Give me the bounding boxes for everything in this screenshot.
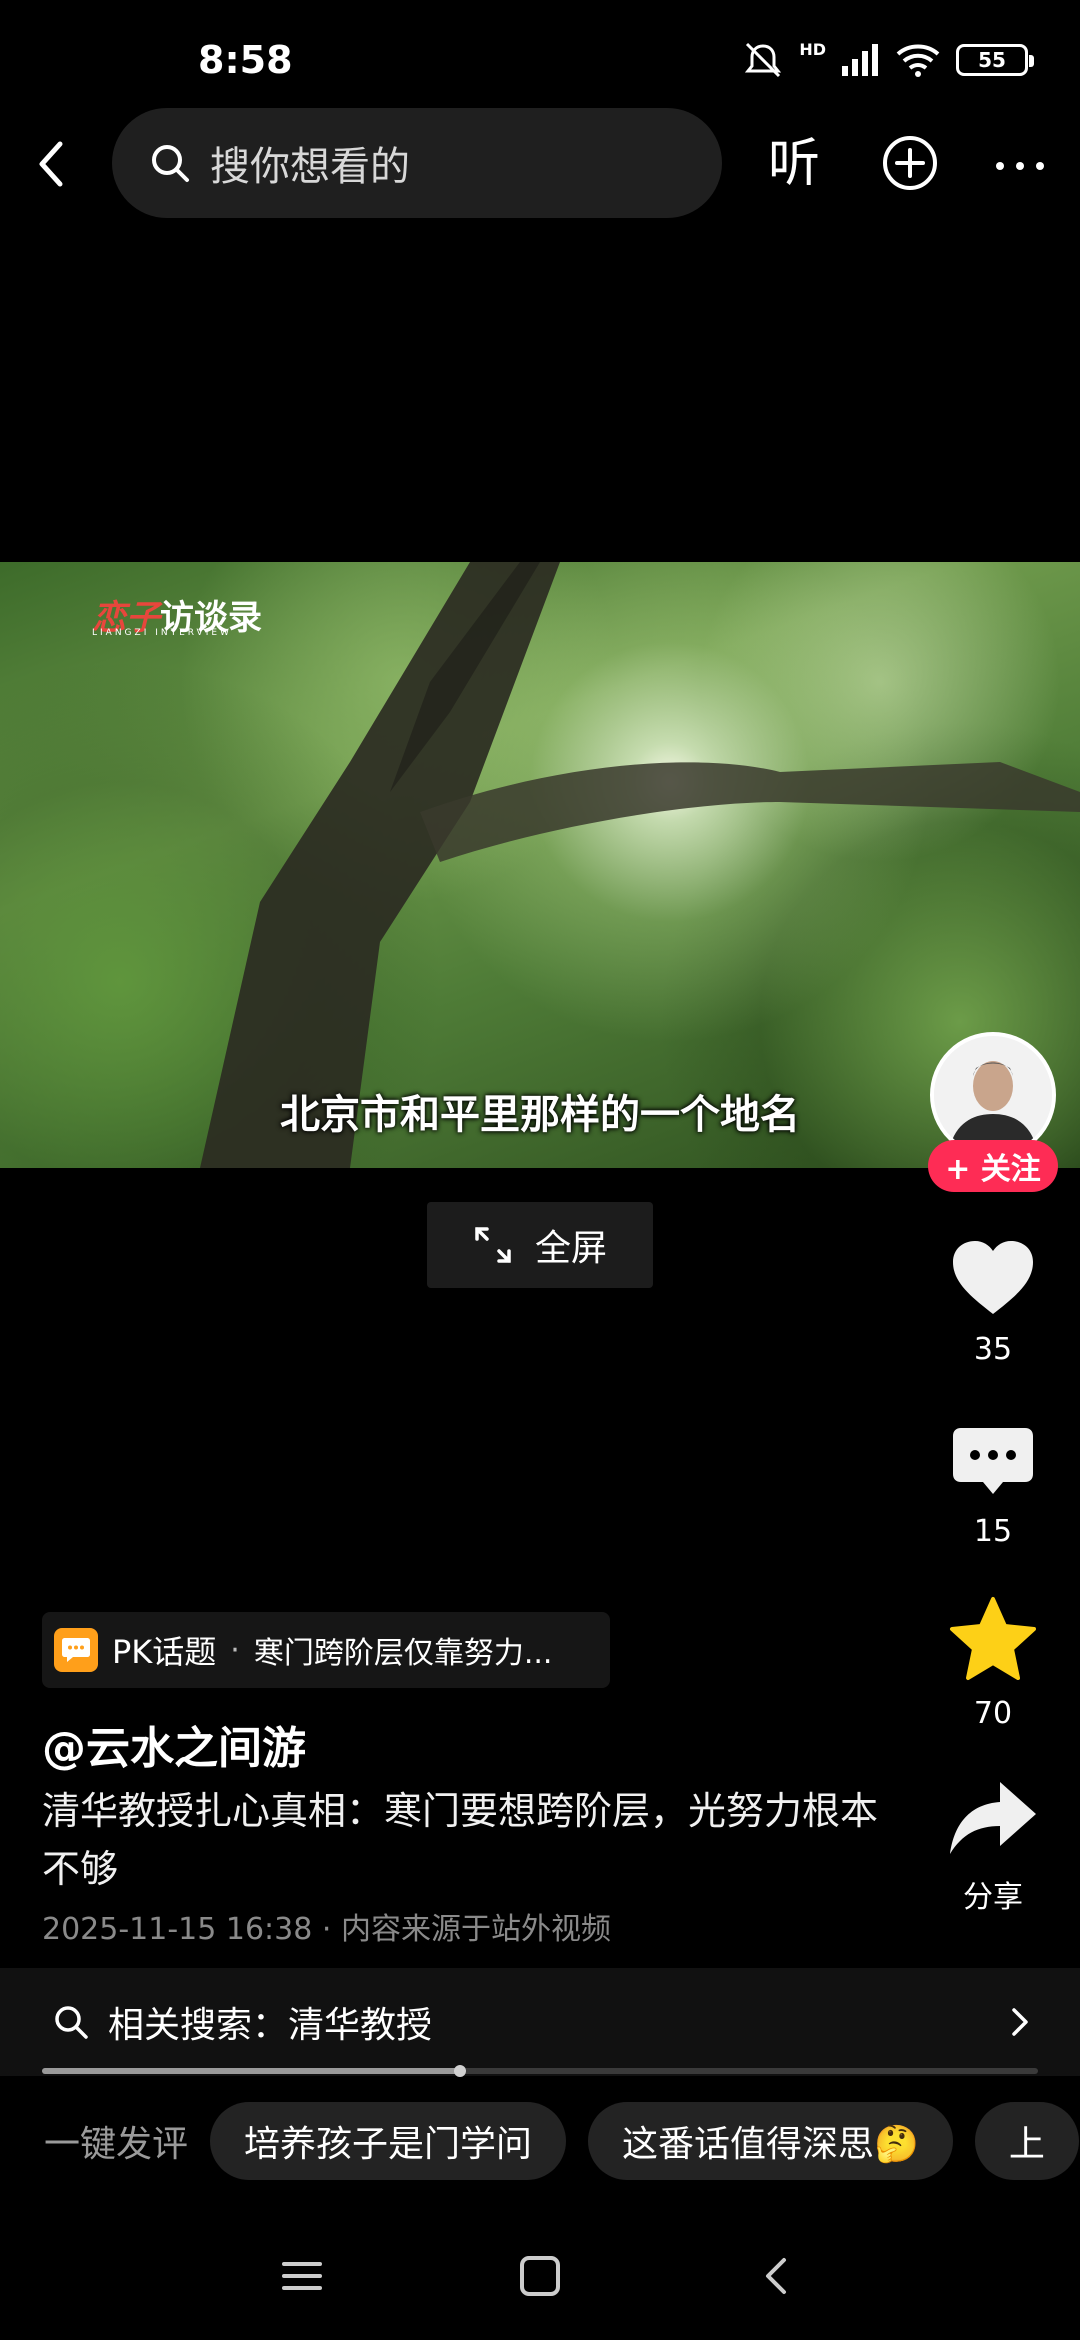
status-time: 8:58: [198, 38, 293, 82]
back-nav-icon[interactable]: [756, 2254, 800, 2298]
top-bar: 搜你想看的 听: [0, 108, 1080, 220]
related-search-label: 相关搜索：清华教授: [108, 2005, 433, 2046]
follow-button[interactable]: + 关注: [928, 1140, 1058, 1192]
quick-comment-chip[interactable]: 上: [974, 2102, 1079, 2180]
favorite-button[interactable]: 70: [930, 1596, 1056, 1731]
listen-button[interactable]: 听: [768, 134, 820, 194]
author-name[interactable]: @云水之间游: [42, 1712, 306, 1776]
system-nav-bar: [0, 2220, 1080, 2330]
share-label: 分享: [963, 1880, 1023, 1915]
video-meta: 2025-11-15 16:38 · 内容来源于站外视频: [42, 1912, 611, 1947]
search-icon: [55, 2006, 88, 2039]
search-icon: [152, 145, 189, 182]
video-progress-bar[interactable]: [42, 2065, 1038, 2077]
expand-icon: [475, 1227, 511, 1263]
share-icon: [950, 1782, 1036, 1854]
logo-subtext: LIANGZI INTERVIEW: [92, 628, 232, 638]
quick-comment-chip[interactable]: 培养孩子是门学问: [210, 2102, 567, 2180]
add-icon[interactable]: [880, 133, 940, 193]
signal-icon: [842, 44, 878, 76]
back-icon[interactable]: [24, 134, 84, 194]
battery-level: 55: [978, 48, 1006, 72]
topic-label: PK话题: [112, 1633, 217, 1671]
quick-comment-chip[interactable]: 这番话值得深思🤔: [588, 2102, 953, 2180]
fullscreen-button[interactable]: 全屏: [427, 1202, 653, 1288]
video-subtitle: 北京市和平里那样的一个地名: [280, 1092, 800, 1138]
comment-button[interactable]: 15: [930, 1424, 1056, 1549]
video-watermark-logo: 恋子访谈录 LIANGZI INTERVIEW: [92, 590, 262, 639]
comment-count: 15: [973, 1514, 1013, 1549]
video-player[interactable]: 恋子访谈录 LIANGZI INTERVIEW 北京市和平里那样的一个地名: [0, 562, 1080, 1168]
share-button[interactable]: 分享: [930, 1778, 1056, 1916]
avatar-portrait: [934, 1036, 1052, 1154]
topic-separator: ·: [230, 1632, 240, 1668]
video-description: 清华教授扎心真相：寒门要想跨阶层，光努力根本不够: [42, 1789, 879, 1891]
pk-topic-chip[interactable]: PK话题 · 寒门跨阶层仅靠努力...: [42, 1612, 610, 1688]
hd-badge: HD: [799, 40, 826, 59]
menu-icon[interactable]: [280, 2254, 324, 2298]
status-icons: HD 55: [741, 40, 1034, 80]
mute-icon: [745, 42, 782, 78]
comment-icon: [953, 1428, 1033, 1494]
chevron-right-icon: [1012, 2008, 1028, 2036]
progress-fill: [42, 2068, 461, 2074]
related-search-bar[interactable]: 相关搜索：清华教授: [0, 1968, 1080, 2076]
fullscreen-label: 全屏: [534, 1228, 607, 1269]
like-count: 35: [973, 1332, 1013, 1367]
chat-bubble-icon: [54, 1628, 98, 1672]
heart-icon: [953, 1241, 1033, 1314]
home-icon[interactable]: [518, 2254, 562, 2298]
search-placeholder: 搜你想看的: [210, 144, 410, 190]
like-button[interactable]: 35: [930, 1238, 1056, 1367]
more-icon[interactable]: [990, 136, 1050, 196]
star-icon: [950, 1597, 1036, 1680]
battery-indicator: 55: [956, 44, 1034, 76]
quick-comment-label: 一键发评: [44, 2124, 189, 2165]
video-frame: [200, 562, 1080, 1168]
favorite-count: 70: [973, 1696, 1013, 1731]
topic-title: 寒门跨阶层仅靠努力...: [253, 1636, 553, 1671]
search-box[interactable]: 搜你想看的: [112, 108, 722, 218]
quick-comment-bar: 一键发评 培养孩子是门学问 这番话值得深思🤔 上: [0, 2096, 1080, 2186]
status-bar: 8:58 HD 55: [0, 0, 1080, 120]
wifi-icon: [896, 44, 940, 77]
